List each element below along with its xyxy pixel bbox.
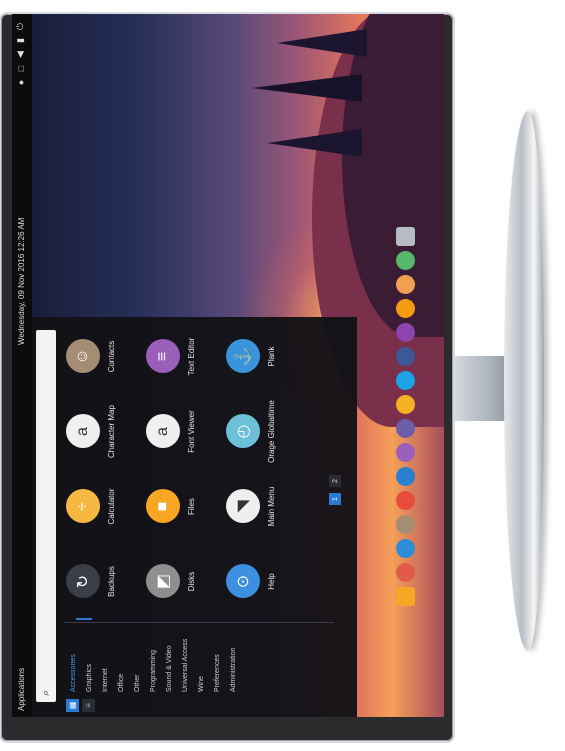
system-tray: ● □ ◀ ▮ ⏻ — [15, 22, 26, 87]
photos-icon[interactable] — [396, 347, 415, 366]
desktop-screen: Applications Wednesday, 09 Nov 2016 12:2… — [12, 14, 444, 717]
category-item[interactable]: Wine — [194, 630, 210, 692]
tree — [267, 129, 362, 157]
tree — [252, 74, 362, 102]
view-toggle: ▦ ≡ — [66, 699, 95, 712]
skype-icon[interactable] — [396, 371, 415, 390]
power-icon[interactable]: ⏻ — [15, 22, 26, 31]
font-viewer-icon: a — [146, 414, 180, 449]
orage-globaltime-icon: ◴ — [226, 414, 260, 449]
files-icon: ■ — [146, 489, 180, 524]
chat-icon[interactable] — [396, 323, 415, 342]
app-label: Orage Globaltime — [267, 400, 276, 463]
network-icon[interactable]: □ — [15, 64, 26, 73]
battery-icon[interactable]: ▮ — [15, 36, 26, 45]
backups-icon: ↻ — [66, 564, 100, 599]
plank-icon: ⚓ — [226, 339, 260, 374]
grid-view-icon[interactable]: ▦ — [66, 699, 79, 712]
search-box[interactable]: ⌕ — [36, 330, 56, 702]
app-label: Text Editor — [187, 337, 196, 376]
app-tile[interactable]: ⊙ Help — [226, 544, 276, 619]
app-tile[interactable]: ◴ Orage Globaltime — [226, 394, 276, 469]
settings-icon[interactable] — [396, 251, 415, 270]
app-tile[interactable]: ↻ Backups — [66, 544, 116, 619]
category-divider — [64, 622, 334, 623]
disks-icon: ◩ — [146, 564, 180, 599]
page-button[interactable]: 2 — [329, 475, 341, 487]
category-item[interactable]: Programming — [146, 630, 162, 692]
help-icon: ⊙ — [226, 564, 260, 599]
tree — [277, 29, 367, 57]
music-icon[interactable] — [396, 395, 415, 414]
app-tile[interactable]: a Character Map — [66, 394, 116, 469]
notes-icon[interactable] — [396, 443, 415, 462]
category-item[interactable]: Other — [130, 630, 146, 692]
app-label: Files — [187, 498, 196, 515]
app-label: Calculator — [107, 488, 116, 525]
category-item[interactable]: Internet — [98, 630, 114, 692]
category-item[interactable]: Office — [114, 630, 130, 692]
app-label: Disks — [187, 571, 196, 592]
files-dock-icon[interactable] — [396, 587, 415, 606]
trash-icon[interactable] — [396, 227, 415, 246]
volume-icon[interactable]: ◀ — [15, 50, 26, 59]
app-label: Character Map — [107, 405, 116, 458]
app-label: Font Viewer — [187, 410, 196, 453]
app-tile[interactable]: ◥ Main Menu — [226, 469, 276, 544]
software-icon[interactable] — [396, 275, 415, 294]
app-label: Plank — [267, 346, 276, 367]
media-icon[interactable] — [396, 299, 415, 318]
category-item[interactable]: Sound & Video — [162, 630, 178, 692]
main-menu-icon: ◥ — [226, 489, 260, 524]
social-icon[interactable] — [396, 419, 415, 438]
app-tile[interactable]: ☺ Contacts — [66, 319, 116, 394]
category-item[interactable]: Administration — [226, 630, 242, 692]
top-panel: Applications Wednesday, 09 Nov 2016 12:2… — [12, 14, 32, 717]
monitor-scene: Applications Wednesday, 09 Nov 2016 12:2… — [0, 0, 565, 751]
monitor-stand-base — [504, 111, 544, 651]
browser-icon[interactable] — [396, 539, 415, 558]
clock[interactable]: Wednesday, 09 Nov 2016 12:26 AM — [17, 218, 26, 345]
calculator-icon: ÷ — [66, 489, 100, 524]
app-tile[interactable]: ⚓ Plank — [226, 319, 276, 394]
character-map-icon: a — [66, 414, 100, 449]
search-input[interactable] — [38, 336, 56, 680]
app-tile[interactable]: ◩ Disks — [146, 544, 196, 619]
category-list: Accessories Graphics Internet Office Other Pr… — [66, 630, 242, 692]
category-item[interactable]: Accessories — [66, 630, 82, 692]
app-tile[interactable]: ■ Files — [146, 469, 196, 544]
app-label: Main Menu — [267, 486, 276, 527]
app-launcher: ⌕ ▦ ≡ Accessories Graphics Internet Office O… — [32, 317, 357, 717]
app-tile[interactable]: ≡ Text Editor — [146, 319, 196, 394]
web-icon[interactable] — [396, 467, 415, 486]
category-item[interactable]: Graphics — [82, 630, 98, 692]
calendar-icon[interactable] — [396, 491, 415, 510]
applications-menu-button[interactable]: Applications — [17, 668, 26, 711]
mail-icon[interactable] — [396, 563, 415, 582]
monitor-bezel: Applications Wednesday, 09 Nov 2016 12:2… — [1, 14, 453, 741]
contacts-dock-icon[interactable] — [396, 515, 415, 534]
category-item[interactable]: Universal Access — [178, 630, 194, 692]
user-icon[interactable]: ● — [15, 78, 26, 87]
app-tile[interactable]: a Font Viewer — [146, 394, 196, 469]
app-tile[interactable]: ÷ Calculator — [66, 469, 116, 544]
app-label: Contacts — [107, 340, 116, 373]
page-button[interactable]: 1 — [329, 493, 341, 505]
contacts-icon: ☺ — [66, 339, 100, 374]
app-grid: ↻ Backups ÷ Calculator a Character Map ☺ Contac… — [62, 317, 320, 617]
dock — [396, 227, 415, 606]
list-view-icon[interactable]: ≡ — [82, 699, 95, 712]
app-label: Backups — [107, 566, 116, 597]
app-label: Help — [267, 573, 276, 590]
page-indicator: 12 — [329, 475, 341, 505]
category-item[interactable]: Preferences — [210, 630, 226, 692]
search-icon: ⌕ — [40, 689, 52, 696]
text-editor-icon: ≡ — [146, 339, 180, 374]
